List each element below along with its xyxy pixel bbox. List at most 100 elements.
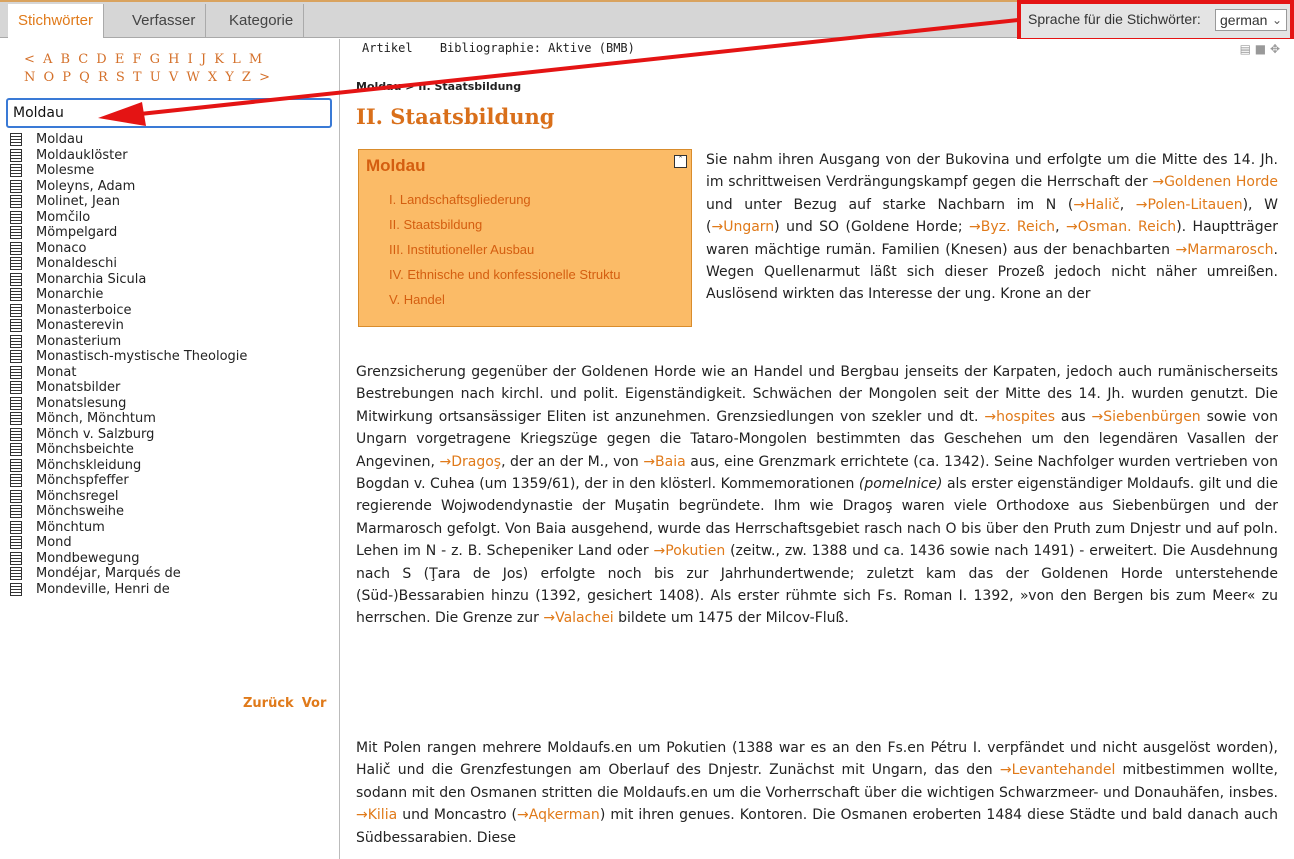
list-item[interactable]: Monastisch-mystische Theologie [10, 349, 330, 365]
list-item[interactable]: Mondbewegung [10, 551, 330, 567]
save-icon[interactable]: ■ [1255, 42, 1266, 56]
search-input[interactable]: Moldau [6, 98, 332, 128]
list-item-label: Mönchskleidung [36, 457, 142, 473]
toc-item[interactable]: V. Handel [389, 292, 621, 317]
list-item-label: Mond [36, 535, 72, 550]
list-item[interactable]: Molinet, Jean [10, 194, 330, 210]
collapse-icon[interactable]: ˆ [674, 155, 687, 168]
document-icon [10, 520, 22, 534]
tab-article[interactable]: Artikel [362, 41, 413, 55]
toc-item[interactable]: III. Institutioneller Ausbau [389, 242, 621, 267]
article-link[interactable]: →Valachei [543, 610, 613, 626]
list-item[interactable]: Mönchspfeffer [10, 473, 330, 489]
text-run: , der an der M., von [501, 453, 644, 470]
article-link[interactable]: →Polen-Litauen [1136, 197, 1243, 213]
list-item[interactable]: Monarchie [10, 287, 330, 303]
list-item[interactable]: Molesme [10, 163, 330, 179]
list-item[interactable]: Mönchskleidung [10, 458, 330, 474]
list-item-label: Mönch v. Salzburg [36, 426, 155, 442]
sidebar: < A B C D E F G H I J K L M N O P Q R S … [0, 39, 340, 859]
list-item[interactable]: Monaldeschi [10, 256, 330, 272]
toc-item[interactable]: IV. Ethnische und konfessionelle Struktu [389, 267, 621, 292]
list-item[interactable]: Mönch, Mönchtum [10, 411, 330, 427]
expand-icon[interactable]: ✥ [1270, 42, 1280, 56]
page-title: II. Staatsbildung [356, 104, 555, 129]
list-item[interactable]: Moldauklöster [10, 148, 330, 164]
list-item[interactable]: Mönchsregel [10, 489, 330, 505]
list-item[interactable]: Momčilo [10, 210, 330, 226]
toc-item[interactable]: I. Landschaftsgliederung [389, 192, 621, 217]
tab-kategorie[interactable]: Kategorie [219, 4, 305, 38]
article-link[interactable]: →Baia [643, 454, 685, 470]
document-icon [10, 226, 22, 240]
list-item[interactable]: Mönchsweihe [10, 504, 330, 520]
article-link[interactable]: →Dragoş [439, 454, 501, 470]
list-item-label: Moldau [36, 132, 84, 147]
document-icon [10, 489, 22, 503]
list-item-label: Monatsbilder [36, 380, 121, 395]
document-icon [10, 210, 22, 224]
document-icon [10, 272, 22, 286]
article-link[interactable]: →Ungarn [711, 219, 774, 235]
list-item-label: Mondéjar, Marqués de [36, 566, 181, 581]
list-item[interactable]: Mönchsbeichte [10, 442, 330, 458]
list-item[interactable]: Monatslesung [10, 396, 330, 412]
language-label: Sprache für die Stichwörter: [1028, 11, 1201, 27]
document-icon [10, 567, 22, 581]
list-item[interactable]: Monat [10, 365, 330, 381]
document-icon [10, 350, 22, 364]
list-item[interactable]: Mondeville, Henri de [10, 582, 330, 598]
text-run: ) und SO (Goldene Horde; [774, 219, 970, 236]
list-item-label: Mönchtum [36, 519, 105, 535]
sub-tabs: Artikel Bibliographie: Aktive (BMB) [362, 41, 655, 55]
list-item[interactable]: Monaco [10, 241, 330, 257]
text-run: und unter Bezug auf starke Nachbarn im N… [706, 196, 1074, 213]
list-item[interactable]: Mönch v. Salzburg [10, 427, 330, 443]
document-icon [10, 334, 22, 348]
list-item[interactable]: Monarchia Sicula [10, 272, 330, 288]
article-link[interactable]: →Kilia [356, 807, 397, 823]
list-item[interactable]: Monasterium [10, 334, 330, 350]
list-item[interactable]: Moleyns, Adam [10, 179, 330, 195]
article-link[interactable]: →Osman. Reich [1066, 219, 1176, 235]
list-item[interactable]: Monatsbilder [10, 380, 330, 396]
article-link[interactable]: →Goldenen Horde [1152, 174, 1278, 190]
article-link[interactable]: →Halič [1073, 197, 1119, 213]
list-item-label: Monat [36, 364, 77, 380]
list-item[interactable]: Mönchtum [10, 520, 330, 536]
alphabet-row-2[interactable]: N O P Q R S T U V W X Y Z > [24, 70, 272, 85]
alphabet-row-1[interactable]: < A B C D E F G H I J K L M [24, 52, 264, 67]
list-item[interactable]: Monasterevin [10, 318, 330, 334]
list-item-label: Moleyns, Adam [36, 178, 136, 194]
article-link[interactable]: →Marmarosch [1176, 242, 1274, 258]
article-link[interactable]: →Levantehandel [1000, 762, 1115, 778]
tool-icons: ▤ ■ ✥ [1240, 42, 1280, 56]
back-link[interactable]: Zurück [243, 696, 294, 711]
document-icon [10, 288, 22, 302]
article-link[interactable]: →Pokutien [654, 543, 726, 559]
list-item[interactable]: Mond [10, 535, 330, 551]
list-item[interactable]: Monasterboice [10, 303, 330, 319]
tab-verfasser[interactable]: Verfasser [122, 4, 207, 38]
next-link[interactable]: Vor [302, 696, 327, 711]
list-item[interactable]: Mondéjar, Marqués de [10, 566, 330, 582]
article-link[interactable]: →Siebenbürgen [1092, 409, 1201, 425]
toc-item[interactable]: II. Staatsbildung [389, 217, 621, 242]
document-icon [10, 474, 22, 488]
document-icon [10, 148, 22, 162]
tab-bibliography[interactable]: Bibliographie: Aktive (BMB) [440, 41, 635, 55]
article-link[interactable]: →Aqkerman [517, 807, 600, 823]
print-icon[interactable]: ▤ [1240, 42, 1251, 56]
list-item-label: Monaco [36, 240, 87, 256]
language-select[interactable]: german ⌄ [1215, 9, 1287, 31]
list-item[interactable]: Moldau [10, 132, 330, 148]
list-item-label: Monarchia Sicula [36, 271, 147, 287]
list-item-label: Mönchsweihe [36, 504, 125, 519]
article-link[interactable]: →Byz. Reich [969, 219, 1055, 235]
list-item-label: Mondeville, Henri de [36, 581, 170, 597]
tab-stichwoerter[interactable]: Stichwörter [8, 4, 105, 38]
article-link[interactable]: →hospites [984, 409, 1055, 425]
document-icon [10, 551, 22, 565]
list-item[interactable]: Mömpelgard [10, 225, 330, 241]
list-item-label: Mondbewegung [36, 550, 140, 566]
